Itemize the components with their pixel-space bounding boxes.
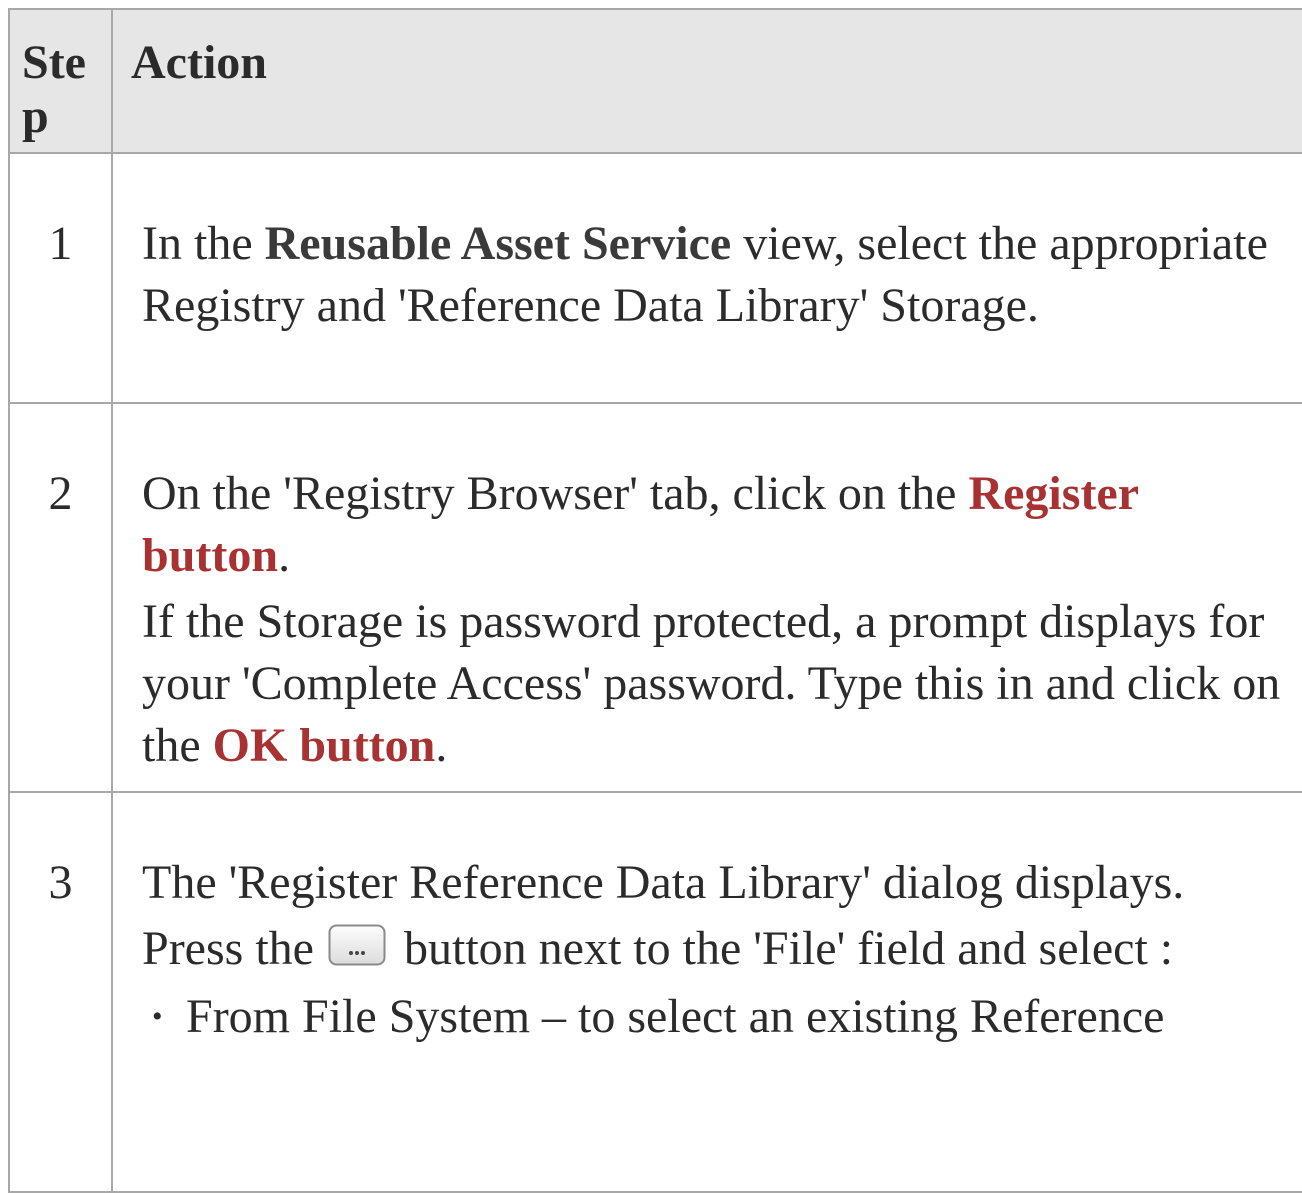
step-number: 1 <box>8 152 113 404</box>
table-row: 3 The 'Register Reference Data Library' … <box>8 791 1302 1193</box>
step-action: In the Reusable Asset Service view, sele… <box>111 152 1302 404</box>
reusable-asset-service-term: Reusable Asset Service <box>264 217 732 270</box>
list-item: • From File System – to select an existin… <box>152 986 1296 1048</box>
table-row: 1 In the Reusable Asset Service view, se… <box>8 152 1302 404</box>
ellipsis-button-icon <box>328 920 386 966</box>
ok-button-link[interactable]: OK button <box>213 719 436 772</box>
step-number: 3 <box>8 791 113 1193</box>
step-2-text: On the 'Registry Browser' tab, click on … <box>142 467 1139 582</box>
step-action: On the 'Registry Browser' tab, click on … <box>111 402 1302 793</box>
bullet-icon: • <box>152 1000 163 1033</box>
table-header: Step Action <box>8 8 1302 154</box>
step-3-instruction: Press the button next to the 'File' fiel… <box>142 920 1174 975</box>
step-3-text: The 'Register Reference Data Library' di… <box>142 856 1185 909</box>
step-number: 2 <box>8 402 113 793</box>
header-step: Step <box>8 8 113 154</box>
step-1-text: In the Reusable Asset Service view, sele… <box>142 217 1268 332</box>
file-options-list: • From File System – to select an existin… <box>142 986 1296 1048</box>
header-action: Action <box>111 8 1302 154</box>
table-row: 2 On the 'Registry Browser' tab, click o… <box>8 402 1302 793</box>
step-2-note: If the Storage is password protected, a … <box>142 595 1281 772</box>
step-action: The 'Register Reference Data Library' di… <box>111 791 1302 1193</box>
steps-table: Step Action 1 In the Reusable Asset Serv… <box>8 8 1302 1193</box>
